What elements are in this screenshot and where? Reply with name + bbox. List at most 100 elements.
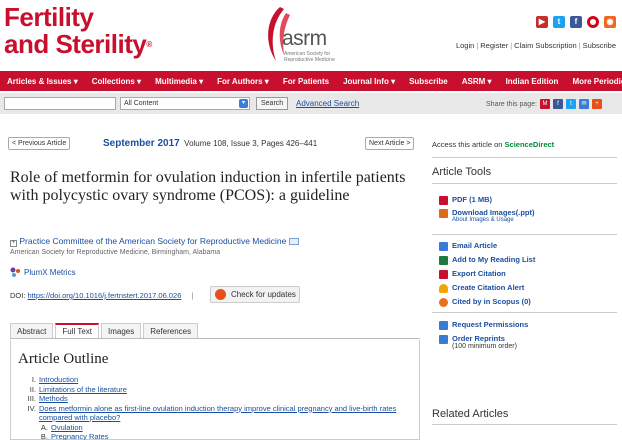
rss-icon[interactable]: ◉ bbox=[604, 16, 616, 28]
search-bar: All Content ▾ Search Advanced Search Sha… bbox=[0, 93, 622, 114]
mendeley-icon[interactable]: M bbox=[540, 99, 550, 109]
author-link[interactable]: Practice Committee of the American Socie… bbox=[19, 236, 286, 246]
expand-icon[interactable]: + bbox=[10, 240, 17, 247]
asrm-wordmark: asrm bbox=[282, 27, 327, 50]
author-line: + Practice Committee of the American Soc… bbox=[10, 236, 299, 247]
nav-subscribe[interactable]: Subscribe bbox=[402, 77, 455, 86]
outline-link[interactable]: Introduction bbox=[39, 375, 78, 385]
divider bbox=[432, 234, 617, 235]
nav-asrm[interactable]: ASRM ▾ bbox=[455, 77, 499, 86]
article-tools-title: Article Tools bbox=[432, 166, 492, 178]
divider bbox=[432, 424, 617, 425]
outline-title: Article Outline bbox=[18, 351, 109, 367]
check-updates-button[interactable]: Check for updates bbox=[210, 286, 300, 303]
tab-abstract[interactable]: Abstract bbox=[10, 323, 54, 338]
asrm-subtitle-line2: Reproductive Medicine bbox=[284, 57, 335, 63]
journal-name-line1: Fertility bbox=[4, 2, 94, 32]
nav-indian-edition[interactable]: Indian Edition bbox=[499, 77, 566, 86]
youtube-icon[interactable]: ▶ bbox=[536, 16, 548, 28]
search-scope-select[interactable]: All Content ▾ bbox=[120, 97, 250, 110]
plumx-link: PlumX Metrics bbox=[24, 268, 76, 277]
social-links: ▶ t f ◉ bbox=[536, 16, 616, 28]
export-icon bbox=[439, 270, 448, 279]
twitter-share-icon[interactable]: t bbox=[566, 99, 576, 109]
reading-list-icon bbox=[439, 256, 448, 265]
twitter-icon[interactable]: t bbox=[553, 16, 565, 28]
divider bbox=[432, 183, 617, 184]
outline-link[interactable]: Pregnancy Rates bbox=[51, 432, 109, 440]
issue-info: September 2017 Volume 108, Issue 3, Page… bbox=[103, 138, 317, 149]
article-title: Role of metformin for ovulation inductio… bbox=[10, 169, 406, 204]
pdf-icon bbox=[439, 196, 448, 205]
issue-detail: Volume 108, Issue 3, Pages 426–441 bbox=[184, 139, 318, 148]
next-article-button[interactable]: Next Article > bbox=[365, 137, 415, 150]
outline-item: I. Introduction bbox=[31, 375, 79, 385]
nav-for-authors[interactable]: For Authors ▾ bbox=[210, 77, 276, 86]
subscribe-link[interactable]: Subscribe bbox=[583, 41, 616, 50]
nav-for-patients[interactable]: For Patients bbox=[276, 77, 336, 86]
account-links: Login | Register | Claim Subscription | Subscr… bbox=[455, 41, 616, 50]
journal-name-line2: and Sterility bbox=[4, 29, 147, 59]
main-nav: Articles & Issues ▾ Collections ▾ Multim… bbox=[0, 71, 622, 91]
affiliation: American Society for Reproductive Medici… bbox=[10, 249, 221, 256]
outline-item: II. Limitations of the literature bbox=[29, 384, 127, 395]
tab-images[interactable]: Images bbox=[100, 323, 142, 338]
scopus-cited-link[interactable]: Cited by in Scopus (0) bbox=[439, 297, 531, 307]
advanced-search-link[interactable]: Advanced Search bbox=[296, 99, 359, 108]
order-reprints-link[interactable]: Order Reprints (100 minimum order) bbox=[439, 334, 517, 350]
email-author-icon[interactable] bbox=[288, 238, 299, 246]
email-share-icon[interactable]: ✉ bbox=[579, 99, 589, 109]
divider bbox=[432, 157, 617, 158]
doi-label: DOI: bbox=[10, 291, 26, 300]
search-button[interactable]: Search bbox=[256, 97, 289, 110]
claim-subscription-link[interactable]: Claim Subscription bbox=[514, 41, 577, 50]
related-articles-title: Related Articles bbox=[432, 408, 509, 420]
sciencedirect-link[interactable]: ScienceDirect bbox=[505, 140, 555, 149]
journal-logo[interactable]: Fertility and Sterility® bbox=[4, 4, 152, 58]
article-outline: I. Introduction II. Limitations of the lit… bbox=[25, 375, 405, 440]
request-permissions-link[interactable]: Request Permissions bbox=[439, 320, 528, 330]
reprints-note: (100 minimum order) bbox=[452, 343, 517, 350]
register-link[interactable]: Register bbox=[480, 41, 508, 50]
asrm-logo[interactable]: asrm American Society for Reproductive M… bbox=[262, 5, 352, 63]
pinterest-icon[interactable] bbox=[587, 16, 599, 28]
download-images-link[interactable]: Download Images(.ppt) About Images & Usag… bbox=[439, 208, 535, 223]
pdf-link[interactable]: PDF (1 MB) bbox=[439, 195, 492, 205]
login-link[interactable]: Login bbox=[456, 41, 474, 50]
more-share-icon[interactable]: + bbox=[592, 99, 602, 109]
search-input[interactable] bbox=[4, 97, 116, 110]
tab-references[interactable]: References bbox=[143, 323, 199, 338]
doi-line: DOI: https://doi.org/10.1016/j.fertnster… bbox=[10, 291, 201, 300]
nav-more-periodicals[interactable]: More Periodicals ▾ bbox=[565, 77, 622, 86]
outline-item: IV. Does metformin alone as first-line ov… bbox=[25, 404, 405, 423]
reading-list-link[interactable]: Add to My Reading List bbox=[439, 255, 535, 265]
outline-link[interactable]: Methods bbox=[39, 394, 68, 404]
outline-link[interactable]: Ovulation bbox=[51, 423, 83, 433]
ppt-icon bbox=[439, 209, 448, 218]
nav-articles-issues[interactable]: Articles & Issues ▾ bbox=[0, 77, 85, 86]
plumx-metrics[interactable]: PlumX Metrics bbox=[10, 267, 76, 278]
plumx-icon bbox=[10, 267, 20, 277]
reprints-icon bbox=[439, 335, 448, 344]
check-updates-label: Check for updates bbox=[231, 290, 296, 299]
nav-journal-info[interactable]: Journal Info ▾ bbox=[336, 77, 402, 86]
facebook-share-icon[interactable]: f bbox=[553, 99, 563, 109]
email-article-link[interactable]: Email Article bbox=[439, 241, 497, 251]
about-images-link[interactable]: About Images & Usage bbox=[452, 217, 535, 223]
doi-link[interactable]: https://doi.org/10.1016/j.fertnstert.201… bbox=[28, 291, 182, 300]
tab-full-text[interactable]: Full Text bbox=[55, 323, 99, 338]
outline-link[interactable]: Does metformin alone as first-line ovula… bbox=[39, 404, 399, 423]
issue-month-link[interactable]: September 2017 bbox=[103, 138, 180, 149]
nav-collections[interactable]: Collections ▾ bbox=[85, 77, 148, 86]
outline-link[interactable]: Limitations of the literature bbox=[39, 385, 127, 395]
scopus-icon bbox=[439, 298, 448, 307]
bell-icon bbox=[439, 284, 448, 293]
outline-item: III. Methods bbox=[27, 394, 68, 404]
citation-alert-link[interactable]: Create Citation Alert bbox=[439, 283, 524, 293]
facebook-icon[interactable]: f bbox=[570, 16, 582, 28]
previous-article-button[interactable]: < Previous Article bbox=[8, 137, 71, 150]
nav-multimedia[interactable]: Multimedia ▾ bbox=[148, 77, 210, 86]
article-tabs: Abstract Full Text Images References bbox=[10, 323, 420, 339]
export-citation-link[interactable]: Export Citation bbox=[439, 269, 506, 279]
doi-separator: | bbox=[191, 291, 194, 300]
